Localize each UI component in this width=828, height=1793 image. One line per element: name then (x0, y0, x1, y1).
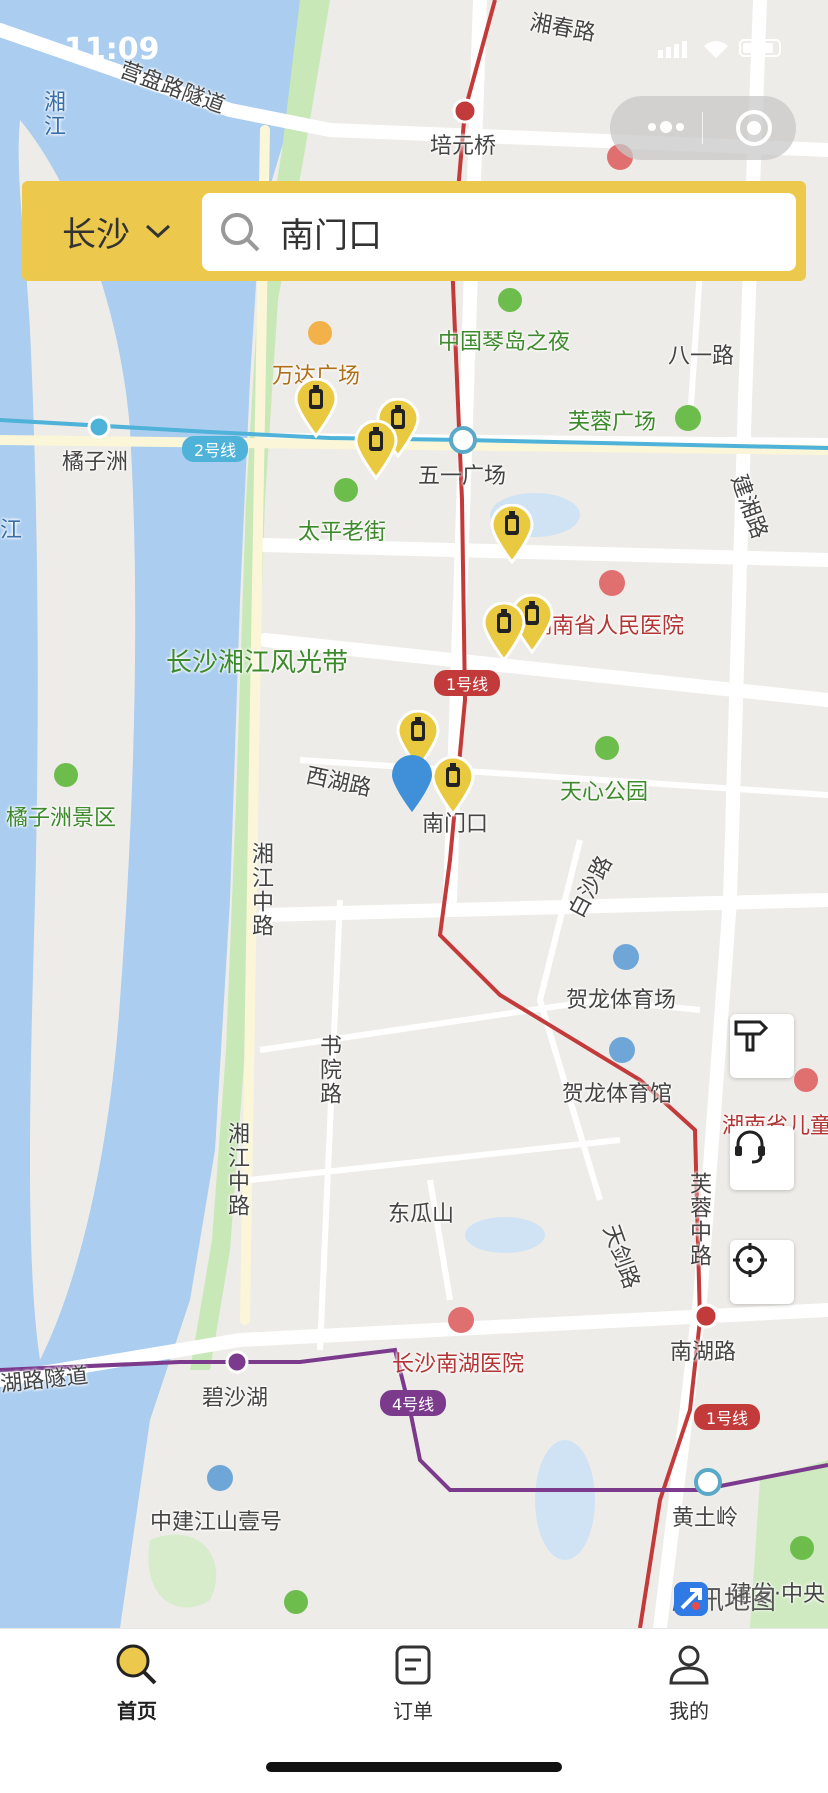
status-time: 11:09 (64, 32, 160, 67)
search-bar: 长沙 南门口 (22, 181, 806, 281)
headset-icon (735, 1130, 765, 1164)
label-nanhu-hospital: 长沙南湖医院 (392, 1352, 525, 1377)
status-icons (658, 39, 781, 58)
miniprogram-capsule[interactable] (610, 96, 796, 160)
label-shuyuan-road: 书院路 (316, 1034, 341, 1106)
label-dongguashan: 东瓜山 (388, 1202, 455, 1227)
label-huangtuling: 黄土岭 (672, 1506, 739, 1531)
city-name: 长沙 (62, 214, 130, 255)
metro-badge-line1-south: 1号线 (694, 1404, 761, 1430)
label-peiyuanqiao: 培元桥 (430, 134, 497, 159)
label-zhongjian: 中建江山壹号 (150, 1510, 283, 1535)
home-search-icon (116, 1644, 157, 1685)
tab-home-label: 首页 (117, 1699, 157, 1723)
label-wuyi-square: 五一广场 (418, 464, 507, 489)
map-watermark: 腾讯地图 (672, 1580, 776, 1617)
label-xiang-river: 湘江 (40, 90, 65, 138)
metro-badge-line2: 2号线 (182, 436, 249, 462)
label-juzizhou-scenic: 橘子洲景区 (6, 806, 117, 831)
label-tianxin-park: 天心公园 (560, 780, 649, 805)
tab-profile[interactable]: 我的 (629, 1641, 749, 1724)
customer-service-button[interactable] (730, 1126, 794, 1190)
tab-profile-label: 我的 (669, 1699, 709, 1723)
label-xiangjiang-middle-road-2: 湘江中路 (224, 1122, 249, 1218)
label-bayi-road: 八一路 (668, 344, 735, 369)
signpost-icon (734, 1020, 769, 1052)
tab-home[interactable]: 首页 (77, 1641, 197, 1724)
label-juzizhou: 橘子洲 (62, 450, 129, 475)
more-icon[interactable] (646, 120, 686, 134)
search-query: 南门口 (280, 215, 382, 256)
current-location-marker (392, 755, 432, 812)
route-button[interactable] (730, 1014, 794, 1078)
label-nanhu-road: 南湖路 (670, 1340, 737, 1365)
city-selector[interactable]: 长沙 (62, 203, 172, 259)
label-xiang-river-edge: 江 (0, 518, 23, 543)
tab-orders[interactable]: 订单 (353, 1641, 473, 1724)
locate-me-button[interactable] (730, 1240, 794, 1304)
label-xiangjiang-middle-road: 湘江中路 (248, 842, 273, 938)
label-furong-middle-road: 芙蓉中路 (686, 1172, 711, 1268)
label-furong-square: 芙蓉广场 (568, 410, 657, 435)
metro-badge-line4: 4号线 (380, 1390, 447, 1416)
search-input[interactable]: 南门口 (202, 193, 796, 271)
locker-pin[interactable] (431, 756, 475, 816)
label-xiangjiang-belt: 长沙湘江风光带 (166, 648, 349, 678)
label-helong-stadium: 贺龙体育场 (566, 988, 677, 1013)
crosshair-icon (733, 1243, 767, 1277)
label-taiping-street: 太平老街 (298, 520, 387, 545)
chevron-down-icon (145, 224, 171, 239)
metro-badge-line1: 1号线 (434, 670, 501, 696)
tencent-map-logo-icon (674, 1582, 708, 1616)
label-bishahu: 碧沙湖 (202, 1386, 269, 1411)
user-icon (669, 1645, 709, 1685)
locker-pin[interactable] (294, 378, 338, 438)
order-icon (395, 1645, 431, 1685)
locker-pin[interactable] (354, 420, 398, 480)
tab-orders-label: 订单 (393, 1699, 433, 1723)
locker-pin[interactable] (490, 504, 534, 564)
status-bar: 11:09 (0, 0, 828, 90)
search-icon (221, 213, 260, 252)
label-helong-gym: 贺龙体育馆 (562, 1082, 673, 1107)
capsule-divider (702, 112, 703, 144)
home-indicator (266, 1762, 562, 1772)
close-miniprogram-icon[interactable] (736, 110, 772, 146)
label-zhongguo-qindao: 中国琴岛之夜 (438, 330, 571, 355)
locker-pin[interactable] (482, 602, 526, 662)
